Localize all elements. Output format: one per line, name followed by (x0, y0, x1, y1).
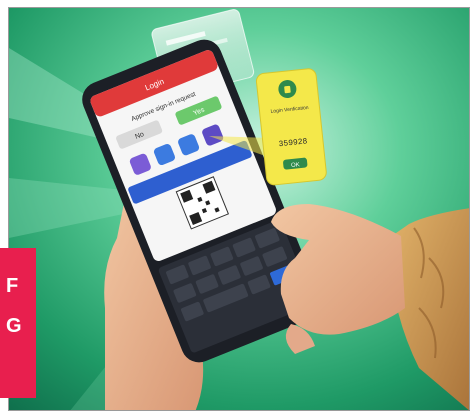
scene-svg: Login Approve sign-in request No Yes Log… (9, 8, 469, 410)
card-ok-label: OK (291, 162, 300, 169)
image-frame: Login Approve sign-in request No Yes Log… (0, 0, 476, 416)
side-badge: F G (0, 248, 36, 398)
illustration: Login Approve sign-in request No Yes Log… (8, 7, 470, 411)
badge-line-2: G (6, 315, 22, 337)
badge-line-1: F (6, 275, 19, 297)
authenticator-card: Login Verification 359928 OK (255, 68, 327, 186)
